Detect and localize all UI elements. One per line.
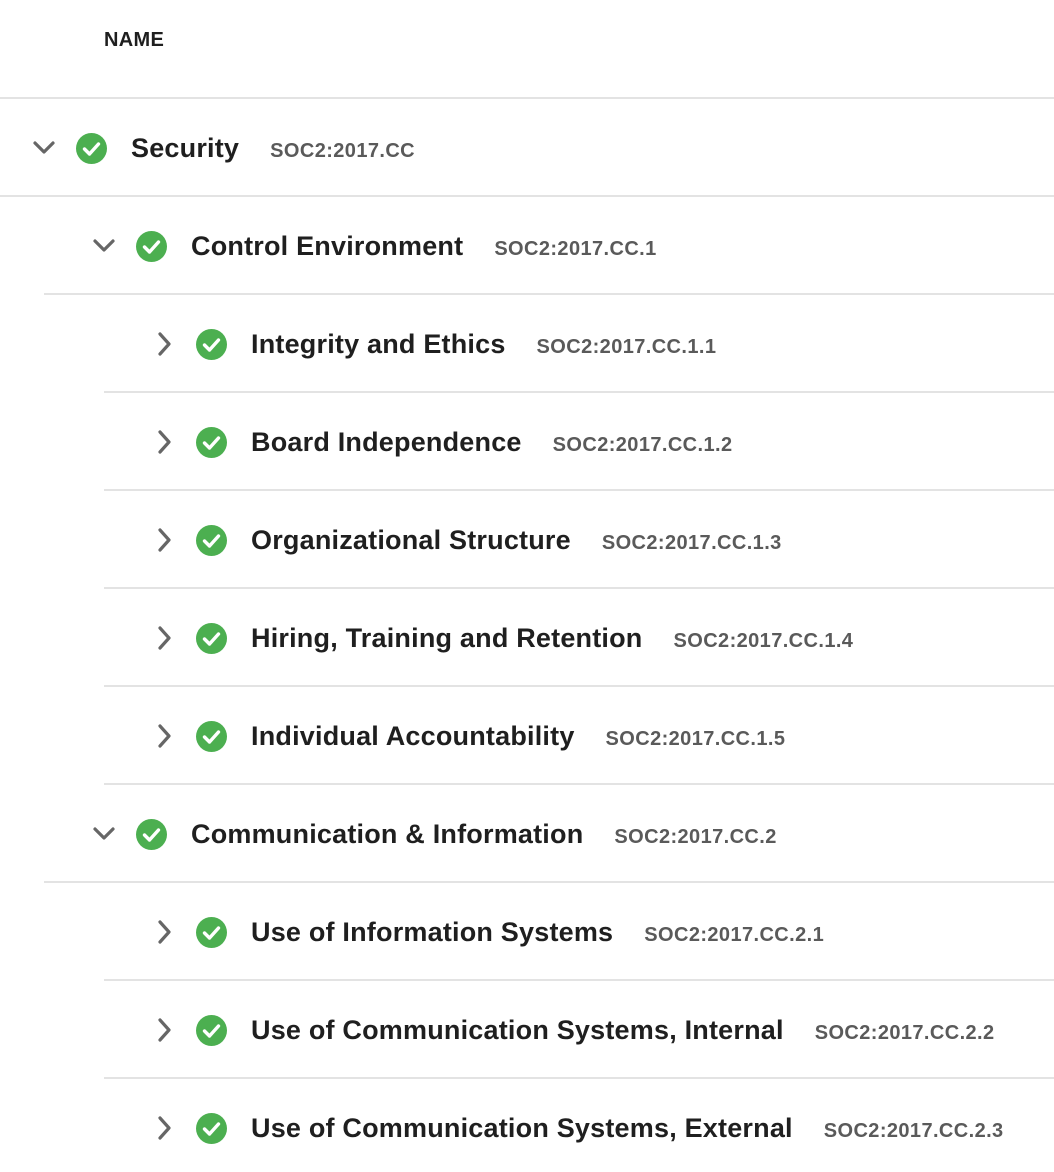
check-circle-icon — [76, 133, 107, 164]
control-title[interactable]: Integrity and Ethics — [251, 329, 506, 360]
control-title[interactable]: Communication & Information — [191, 819, 583, 850]
tree-row[interactable]: Board Independence SOC2:2017.CC.1.2 — [0, 393, 1054, 491]
check-circle-icon — [196, 623, 227, 654]
tree-row[interactable]: Organizational Structure SOC2:2017.CC.1.3 — [0, 491, 1054, 589]
tree-row[interactable]: Security SOC2:2017.CC — [0, 99, 1054, 197]
check-circle-icon — [136, 819, 167, 850]
tree-row-label: Use of Communication Systems, Internal SO… — [251, 981, 995, 1079]
chevron-right-icon[interactable] — [148, 720, 180, 752]
control-code: SOC2:2017.CC.2 — [614, 825, 777, 848]
tree-row[interactable]: Hiring, Training and Retention SOC2:2017.… — [0, 589, 1054, 687]
control-code: SOC2:2017.CC.2.1 — [644, 923, 825, 946]
control-code: SOC2:2017.CC.1.4 — [673, 629, 854, 652]
tree-row-label: Individual Accountability SOC2:2017.CC.1.… — [251, 687, 785, 785]
chevron-right-icon[interactable] — [148, 916, 180, 948]
check-circle-icon — [196, 917, 227, 948]
tree-row-label: Communication & Information SOC2:2017.CC.… — [191, 785, 777, 883]
control-code: SOC2:2017.CC.2.2 — [814, 1021, 995, 1044]
tree-row-label: Use of Information Systems SOC2:2017.CC.2… — [251, 883, 824, 981]
tree-row-label: Board Independence SOC2:2017.CC.1.2 — [251, 393, 732, 491]
tree-row[interactable]: Communication & Information SOC2:2017.CC.… — [0, 785, 1054, 883]
control-title[interactable]: Security — [131, 133, 239, 164]
check-circle-icon — [196, 1015, 227, 1046]
chevron-right-icon[interactable] — [148, 1014, 180, 1046]
control-code: SOC2:2017.CC — [270, 139, 416, 162]
tree-row[interactable]: Use of Communication Systems, Internal SO… — [0, 981, 1054, 1079]
tree-row[interactable]: Use of Communication Systems, External SO… — [0, 1079, 1054, 1172]
chevron-down-icon[interactable] — [28, 132, 60, 164]
control-title[interactable]: Use of Communication Systems, Internal — [251, 1015, 784, 1046]
check-circle-icon — [196, 721, 227, 752]
chevron-down-icon[interactable] — [88, 230, 120, 262]
tree-row-label: Organizational Structure SOC2:2017.CC.1.3 — [251, 491, 782, 589]
tree-row-label: Integrity and Ethics SOC2:2017.CC.1.1 — [251, 295, 716, 393]
tree-row[interactable]: Individual Accountability SOC2:2017.CC.1.… — [0, 687, 1054, 785]
tree-row[interactable]: Control Environment SOC2:2017.CC.1 — [0, 197, 1054, 295]
tree-row-label: Use of Communication Systems, External SO… — [251, 1079, 1004, 1172]
table-header: NAME — [0, 0, 1054, 99]
check-circle-icon — [196, 525, 227, 556]
tree-row-label: Control Environment SOC2:2017.CC.1 — [191, 197, 657, 295]
chevron-right-icon[interactable] — [148, 1112, 180, 1144]
tree-row[interactable]: Integrity and Ethics SOC2:2017.CC.1.1 — [0, 295, 1054, 393]
check-circle-icon — [196, 1113, 227, 1144]
control-code: SOC2:2017.CC.2.3 — [823, 1119, 1004, 1142]
tree-row[interactable]: Use of Information Systems SOC2:2017.CC.2… — [0, 883, 1054, 981]
control-title[interactable]: Control Environment — [191, 231, 463, 262]
chevron-down-icon[interactable] — [88, 818, 120, 850]
name-column-header[interactable]: NAME — [104, 29, 164, 52]
control-code: SOC2:2017.CC.1 — [494, 237, 657, 260]
chevron-right-icon[interactable] — [148, 524, 180, 556]
control-title[interactable]: Use of Information Systems — [251, 917, 613, 948]
check-circle-icon — [196, 329, 227, 360]
chevron-right-icon[interactable] — [148, 622, 180, 654]
control-title[interactable]: Board Independence — [251, 427, 522, 458]
control-code: SOC2:2017.CC.1.2 — [552, 433, 733, 456]
tree-row-label: Hiring, Training and Retention SOC2:2017.… — [251, 589, 853, 687]
control-title[interactable]: Hiring, Training and Retention — [251, 623, 643, 654]
check-circle-icon — [196, 427, 227, 458]
control-code: SOC2:2017.CC.1.3 — [601, 531, 782, 554]
control-code: SOC2:2017.CC.1.1 — [536, 335, 717, 358]
control-code: SOC2:2017.CC.1.5 — [605, 727, 786, 750]
control-title[interactable]: Individual Accountability — [251, 721, 575, 752]
tree-row-label: Security SOC2:2017.CC — [131, 99, 415, 197]
control-title[interactable]: Organizational Structure — [251, 525, 571, 556]
control-title[interactable]: Use of Communication Systems, External — [251, 1113, 793, 1144]
chevron-right-icon[interactable] — [148, 328, 180, 360]
chevron-right-icon[interactable] — [148, 426, 180, 458]
check-circle-icon — [136, 231, 167, 262]
